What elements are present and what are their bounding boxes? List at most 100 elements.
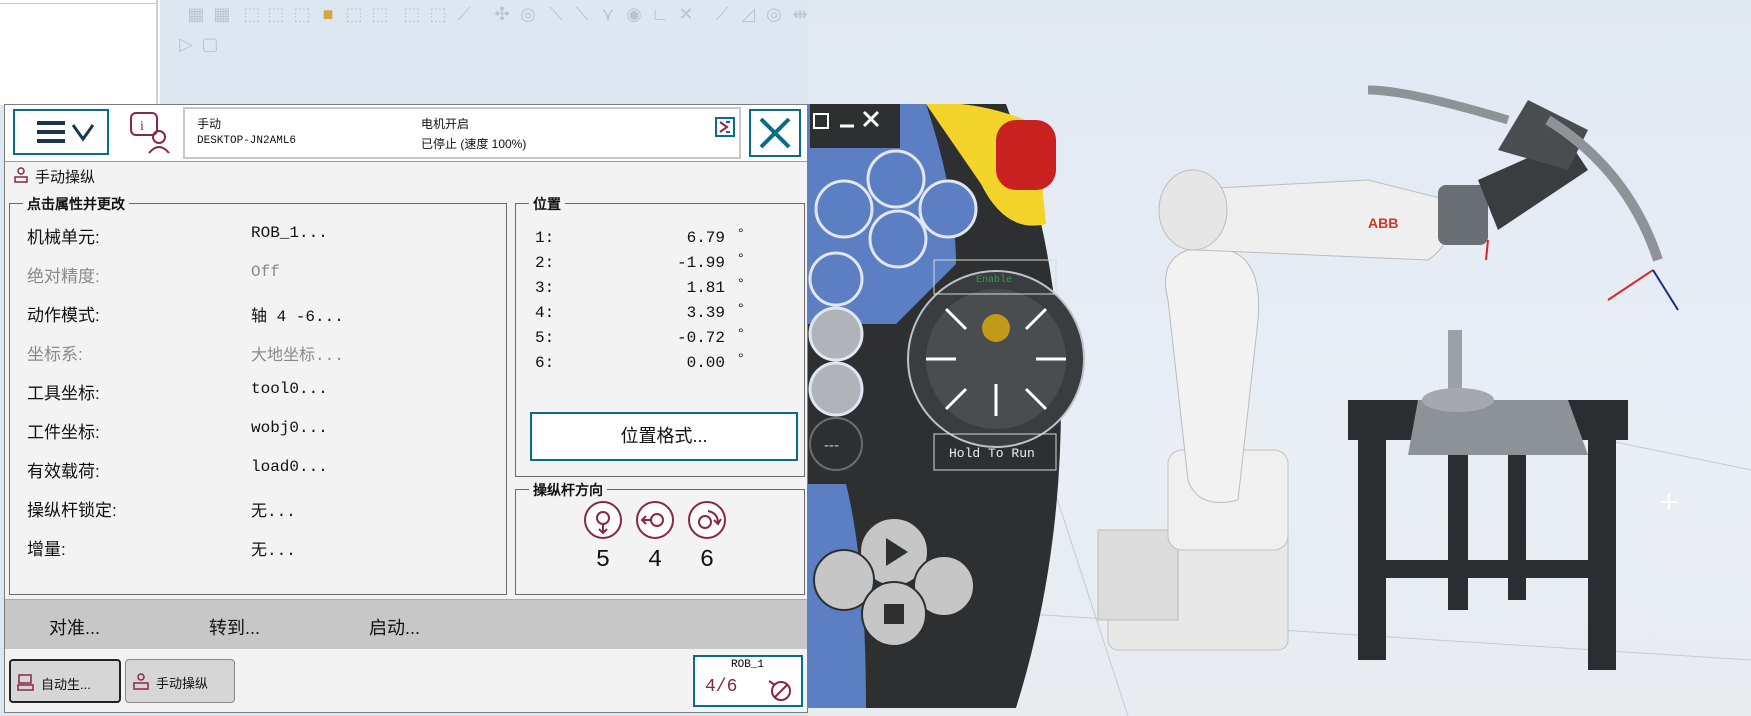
payload-value[interactable]: load0... [251,458,328,476]
task-jogging[interactable]: 手动操纵 [125,659,235,703]
page-title: 手动操纵 [35,169,96,186]
enable-label: Enable [976,274,1012,286]
increment-off-icon [768,680,791,701]
key-button[interactable] [814,179,874,239]
hold-to-run-label: Hold To Run [949,446,1035,461]
joystick-direction-number: 4 [647,547,663,574]
axis-value: 1.81 [686,279,725,297]
increment-label[interactable]: 增量: [27,535,66,560]
toolbar-icon[interactable]: ✣ [492,4,512,24]
mech-unit-value[interactable]: ROB_1... [251,224,328,242]
svg-text:i: i [140,119,144,134]
toolbar-icon[interactable]: ■ [318,4,338,24]
toolbar-icon[interactable]: ◉ [624,4,644,24]
toolbar-icon[interactable]: ⟋ [712,4,732,24]
workobject-value[interactable]: wobj0... [251,419,328,437]
joystick-lock-label[interactable]: 操纵杆锁定: [27,496,117,521]
top-bar: i 手动 DESKTOP-JN2AML6 电机开启 已停止 (速度 100%) [5,105,807,162]
flexpendant-window: i 手动 DESKTOP-JN2AML6 电机开启 已停止 (速度 100%) [4,104,808,713]
toolbar-icon[interactable]: ⟍ [546,4,566,24]
axis-toggle-key[interactable] [808,361,864,417]
toolbar-icon[interactable]: ◎ [518,4,538,24]
toolbar-icon[interactable]: ⬚ [402,4,422,24]
close-button[interactable] [749,109,801,157]
quickset-icon[interactable] [715,117,735,137]
mode-text: 手动 [197,117,222,131]
coord-system-label: 坐标系: [27,345,83,364]
position-format-button[interactable]: 位置格式... [530,412,798,461]
stop-icon[interactable]: ▢ [200,34,220,54]
axis-value: 0.00 [686,354,725,372]
workobject-label[interactable]: 工件坐标: [27,418,100,443]
task-label: 手动操纵 [156,676,209,691]
robot-logo: ABB [1368,215,1398,231]
jogging-icon [14,167,28,183]
toolbar-icon[interactable]: ◎ [764,4,784,24]
event-log-icon[interactable]: i [127,111,175,155]
align-button[interactable]: 对准... [49,614,100,640]
page-title-row: 手动操纵 [5,162,807,188]
toolbar-icon[interactable]: ⟍ [572,4,592,24]
task-bar: 自动生... 手动操纵 ROB_1 4/6 [5,649,807,712]
axis-6-direction-icon [688,501,726,539]
axis-value: -1.99 [676,254,725,272]
auto-production-icon [17,674,34,691]
tool-value[interactable]: tool0... [251,380,328,398]
mech-unit-label[interactable]: 机械单元: [27,223,100,248]
coord-system-value: 大地坐标... [251,347,344,365]
abb-menu-button[interactable] [13,109,109,155]
axis-value: 3.39 [686,304,725,322]
properties-group-title: 点击属性并更改 [23,194,129,214]
toolbar-icon[interactable]: ⬚ [292,4,312,24]
key-button[interactable] [868,209,928,269]
side-panel [0,0,160,105]
key-button[interactable] [918,179,978,239]
motion-mode-key[interactable] [808,306,864,362]
toolbar-icon[interactable]: ⬚ [370,4,390,24]
pendant-body: --- Enable Hold To Run [806,103,1085,708]
tool-label[interactable]: 工具坐标: [27,379,100,404]
svg-text:---: --- [824,438,839,454]
joystick-direction-title: 操纵杆方向 [529,480,607,500]
toolbar-icon[interactable]: ✕ [676,4,696,24]
toolbar-icon[interactable]: ⬚ [428,4,448,24]
activate-button[interactable]: 启动... [369,614,420,640]
axis-label: 6: [535,354,555,372]
degree-unit: ° [738,300,744,316]
joystick-direction-number: 6 [699,547,715,574]
axis-label: 5: [535,329,555,347]
payload-label[interactable]: 有效载荷: [27,457,100,482]
axis-group-fraction: 4/6 [705,677,738,697]
toolbar-icon[interactable]: ⬚ [344,4,364,24]
toolbar-icon[interactable]: ∟ [650,4,670,24]
hamburger-menu-icon [37,121,95,143]
absolute-accuracy-label: 绝对精度: [27,267,100,286]
play-icon[interactable]: ▷ [176,34,196,54]
toolbar-icon[interactable]: ▦ [212,4,232,24]
toolbar-icon[interactable]: ⬚ [266,4,286,24]
toolbar-icon[interactable]: ◿ [738,4,758,24]
joystick-lock-value[interactable]: 无... [251,497,296,521]
task-auto-production[interactable]: 自动生... [9,659,121,703]
pendant-hardware: --- Enable Hold To Run [806,103,1096,708]
robot-status-button[interactable]: ROB_1 4/6 [693,655,803,707]
joystick-knob[interactable] [982,314,1010,342]
toolbar-icon[interactable]: ▦ [186,4,206,24]
absolute-accuracy-value: Off [251,263,280,281]
increment-value[interactable]: 无... [251,536,296,560]
motion-mode-value[interactable]: 轴 4 -6... [251,302,344,326]
toolbar-icon[interactable]: ⇹ [790,4,810,24]
mechanical-unit-key[interactable] [808,251,864,307]
status-bar[interactable]: 手动 DESKTOP-JN2AML6 电机开启 已停止 (速度 100%) [183,107,741,159]
key-button[interactable] [866,149,926,209]
toolbar-icon[interactable]: ⬚ [242,4,262,24]
axis-label: 2: [535,254,555,272]
motion-mode-label[interactable]: 动作模式: [27,301,100,326]
axis-label: 1: [535,229,555,247]
goto-button[interactable]: 转到... [209,614,260,640]
toolbar-icon[interactable]: ⋎ [598,4,618,24]
axis-label: 4: [535,304,555,322]
toolbar-icon[interactable]: ⟋ [454,4,474,24]
joystick-direction-number: 5 [595,547,611,574]
position-group-title: 位置 [529,194,565,214]
